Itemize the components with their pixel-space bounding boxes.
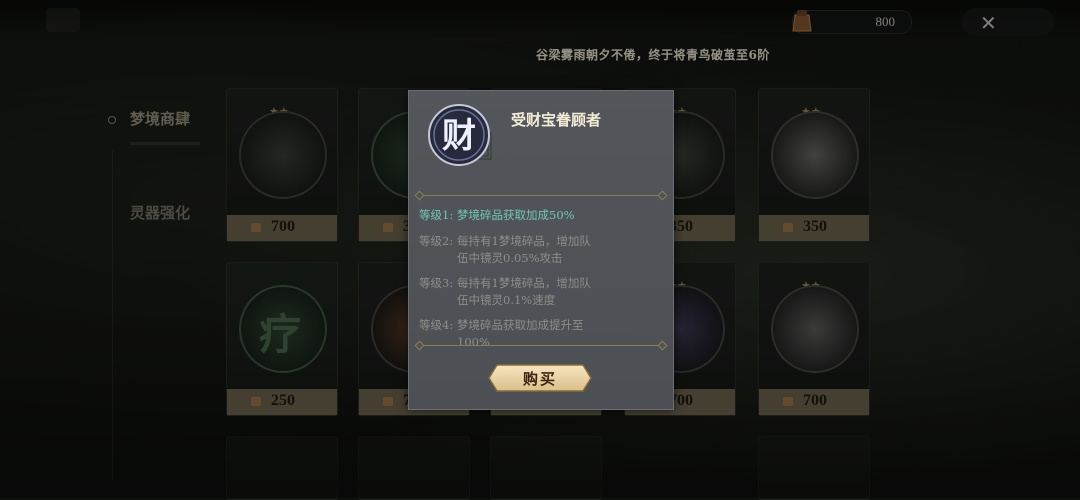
level-desc: 每持有1梦境碎品，增加队伍中镜灵0.1%速度 [457,276,591,307]
level-tag: 等级4: [419,318,454,332]
level-2-row: 等级2: 每持有1梦境碎品，增加队伍中镜灵0.05%攻击 [419,233,601,267]
item-detail-modal: 财 受财宝眷顾者 等级1: 梦境碎品获取加成50% 等级2: 每持有1梦境碎品，… [408,90,674,410]
level-tag: 等级1: [419,208,454,222]
wealth-badge-icon: 财 [428,104,492,166]
level-desc: 每持有1梦境碎品，增加队伍中镜灵0.05%攻击 [457,234,591,265]
bottom-divider [419,345,663,346]
level-3-row: 等级3: 每持有1梦境碎品，增加队伍中镜灵0.1%速度 [419,275,601,309]
badge-glyph: 财 [442,116,476,156]
buy-button-label: 购买 [522,370,557,388]
level-1-row: 等级1: 梦境碎品获取加成50% [419,207,601,224]
top-divider [419,195,663,196]
level-desc: 梦境碎品获取加成50% [457,208,575,222]
level-tag: 等级3: [419,276,454,290]
buy-button[interactable]: 购买 [487,363,593,393]
level-tag: 等级2: [419,234,454,248]
modal-title: 受财宝眷顾者 [511,111,602,129]
